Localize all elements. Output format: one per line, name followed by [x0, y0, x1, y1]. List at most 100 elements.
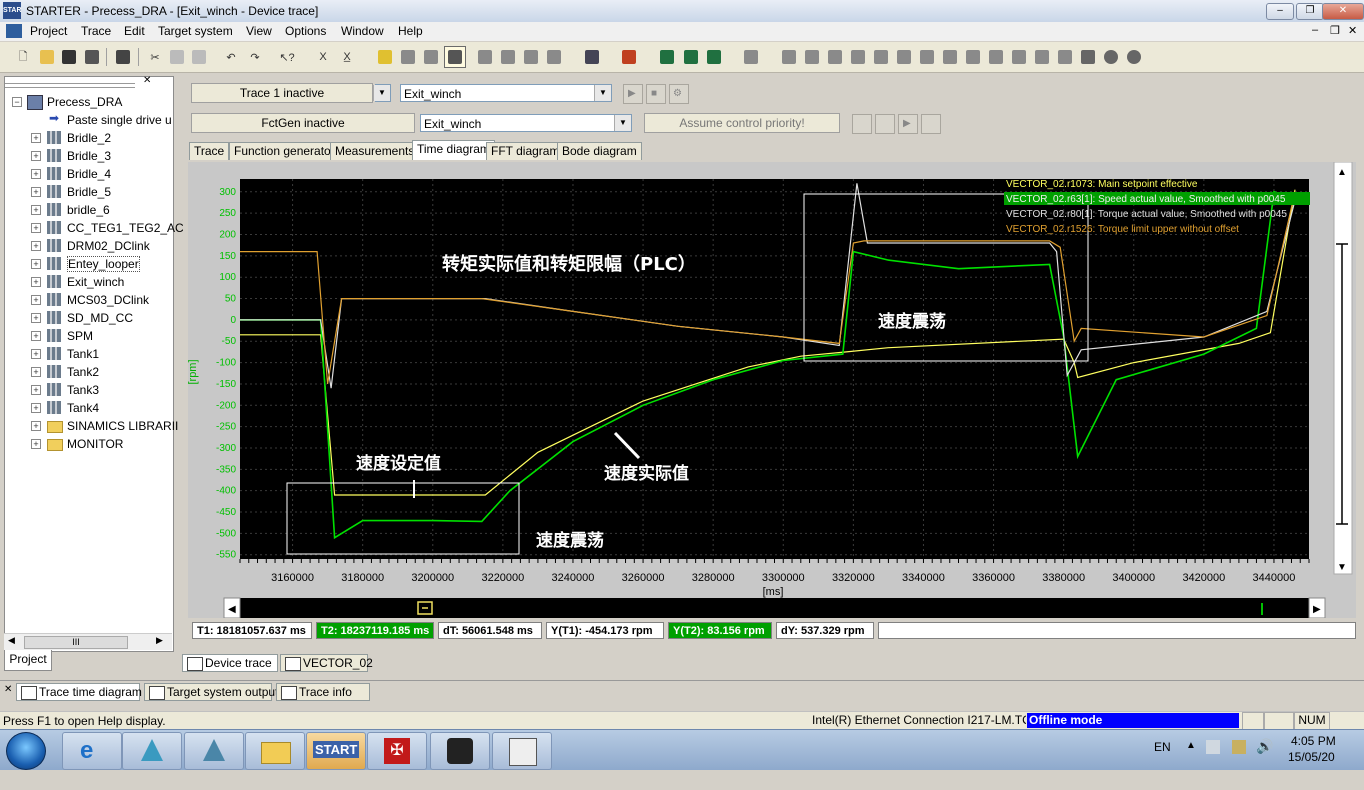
- chart-tool-icon-5[interactable]: [870, 46, 892, 68]
- tab-trace[interactable]: Trace: [189, 142, 230, 160]
- accessible-nodes-icon[interactable]: [374, 46, 396, 68]
- chart-tool-icon-2[interactable]: [801, 46, 823, 68]
- scroll-thumb[interactable]: III: [24, 636, 128, 649]
- scroll-right-icon[interactable]: ▶: [156, 635, 163, 646]
- legend-entry-0[interactable]: VECTOR_02.r1073: Main setpoint effective: [1006, 179, 1198, 190]
- collapse-icon[interactable]: −: [12, 97, 22, 107]
- stop-square-icon[interactable]: [1077, 46, 1099, 68]
- fctgen-status-button[interactable]: FctGen inactive: [191, 113, 415, 133]
- scroll-right-icon[interactable]: ▶: [1313, 604, 1321, 615]
- trace-icon-2[interactable]: [680, 46, 702, 68]
- chart-tool-icon-13[interactable]: [1054, 46, 1076, 68]
- taskbar-app-icon-3[interactable]: [430, 732, 490, 770]
- tab-vector-02[interactable]: VECTOR_02: [280, 654, 373, 672]
- menu-edit[interactable]: Edit: [124, 24, 145, 38]
- close-button[interactable]: ✕: [1322, 3, 1364, 20]
- fctgen-stop-button[interactable]: [921, 114, 941, 134]
- legend-entry-3[interactable]: VECTOR_02.r1526: Torque limit upper with…: [1006, 224, 1239, 235]
- horizontal-scrollbar[interactable]: [224, 598, 1314, 618]
- menu-help[interactable]: Help: [398, 24, 423, 38]
- print-icon[interactable]: [112, 46, 134, 68]
- expand-icon[interactable]: +: [31, 187, 41, 197]
- download-icon[interactable]: [474, 46, 496, 68]
- trace-settings-button[interactable]: ⚙: [669, 84, 689, 104]
- trace-stop-button[interactable]: ■: [646, 84, 666, 104]
- tab-target-system-output[interactable]: Target system output: [144, 683, 278, 701]
- zoom-icon[interactable]: [740, 46, 762, 68]
- expand-icon[interactable]: +: [31, 349, 41, 359]
- expand-icon[interactable]: +: [31, 241, 41, 251]
- expand-icon[interactable]: +: [31, 277, 41, 287]
- trace-start-button[interactable]: ▶: [623, 84, 643, 104]
- menu-trace[interactable]: Trace: [81, 24, 111, 38]
- trace-object-combo[interactable]: Exit_winch ▼: [400, 84, 612, 102]
- expand-icon[interactable]: +: [31, 295, 41, 305]
- menu-project[interactable]: Project: [30, 24, 67, 38]
- legend-entry-2[interactable]: VECTOR_02.r80[1]: Torque actual value, S…: [1006, 209, 1287, 220]
- circle-icon-1[interactable]: [1100, 46, 1122, 68]
- connect-icon[interactable]: [397, 46, 419, 68]
- expand-icon[interactable]: +: [31, 367, 41, 377]
- mdi-restore-button[interactable]: ❐: [1330, 24, 1340, 37]
- chart-tool-icon-12[interactable]: [1031, 46, 1053, 68]
- clock-date[interactable]: 15/05/20: [1288, 750, 1335, 764]
- volume-icon[interactable]: 🔊: [1256, 738, 1273, 755]
- mdi-minimize-button[interactable]: –: [1312, 24, 1318, 36]
- taskbar-explorer-icon[interactable]: [245, 732, 305, 770]
- undo-icon[interactable]: ↶: [220, 46, 242, 68]
- tab-project[interactable]: Project: [4, 650, 52, 671]
- new-icon[interactable]: 🗋: [12, 46, 34, 68]
- expand-icon[interactable]: +: [31, 223, 41, 233]
- copy-ram-rom-icon[interactable]: [520, 46, 542, 68]
- scroll-down-icon[interactable]: ▼: [1337, 562, 1347, 573]
- expand-icon[interactable]: +: [31, 133, 41, 143]
- fctgen-btn-1[interactable]: [852, 114, 872, 134]
- trace-icon-3[interactable]: [703, 46, 725, 68]
- legend-entry-1[interactable]: VECTOR_02.r63[1]: Speed actual value, Sm…: [1006, 194, 1286, 205]
- taskbar-app-icon-4[interactable]: [492, 732, 552, 770]
- load-to-pg-icon[interactable]: [420, 46, 442, 68]
- paste-icon[interactable]: [188, 46, 210, 68]
- trace-select-dropdown[interactable]: ▼: [373, 84, 391, 102]
- taskbar-app-icon-1[interactable]: [122, 732, 182, 770]
- tab-function-generator[interactable]: Function generator: [229, 142, 340, 160]
- tab-trace-info[interactable]: Trace info: [276, 683, 370, 701]
- tab-measurements[interactable]: Measurements: [330, 142, 420, 160]
- action-center-icon[interactable]: [1206, 740, 1220, 754]
- save-icon[interactable]: [58, 46, 80, 68]
- expand-icon[interactable]: +: [31, 259, 41, 269]
- open-icon[interactable]: [36, 46, 58, 68]
- taskbar-app-icon-2[interactable]: [184, 732, 244, 770]
- vertical-scrollbar[interactable]: [1333, 162, 1353, 575]
- chart-tool-icon-3[interactable]: [824, 46, 846, 68]
- clock-time[interactable]: 4:05 PM: [1291, 734, 1336, 748]
- chart-tool-icon-7[interactable]: [916, 46, 938, 68]
- online-offline-icon[interactable]: [444, 46, 466, 68]
- fctgen-object-combo[interactable]: Exit_winch ▼: [420, 114, 632, 132]
- taskbar-ie-icon[interactable]: e: [62, 732, 122, 770]
- show-hidden-icons-icon[interactable]: ▲: [1186, 740, 1196, 751]
- assume-control-button[interactable]: Assume control priority!: [644, 113, 840, 133]
- chart-tool-icon-6[interactable]: [893, 46, 915, 68]
- scroll-left-icon[interactable]: ◀: [8, 635, 15, 646]
- chart-tool-icon-11[interactable]: [1008, 46, 1030, 68]
- expand-icon[interactable]: +: [31, 313, 41, 323]
- tab-trace-time-diagram[interactable]: Trace time diagram: [16, 683, 142, 701]
- expand-icon[interactable]: +: [31, 169, 41, 179]
- fctgen-play-button[interactable]: ▶: [898, 114, 918, 134]
- tab-fft-diagram[interactable]: FFT diagram: [486, 142, 565, 160]
- expand-icon[interactable]: +: [31, 385, 41, 395]
- chart-tool-icon-9[interactable]: [962, 46, 984, 68]
- control-panel-icon[interactable]: [618, 46, 640, 68]
- menu-window[interactable]: Window: [341, 24, 384, 38]
- menu-options[interactable]: Options: [285, 24, 326, 38]
- menu-target-system[interactable]: Target system: [158, 24, 233, 38]
- mdi-close-button[interactable]: ✕: [1348, 24, 1357, 37]
- expand-icon[interactable]: +: [31, 331, 41, 341]
- close-pane-icon[interactable]: ✕: [143, 75, 151, 86]
- network-icon[interactable]: [1232, 740, 1246, 754]
- chart-tool-icon-1[interactable]: [778, 46, 800, 68]
- fctgen-btn-2[interactable]: [875, 114, 895, 134]
- taskbar-starter-button[interactable]: START: [306, 732, 366, 770]
- redo-icon[interactable]: ↷: [244, 46, 266, 68]
